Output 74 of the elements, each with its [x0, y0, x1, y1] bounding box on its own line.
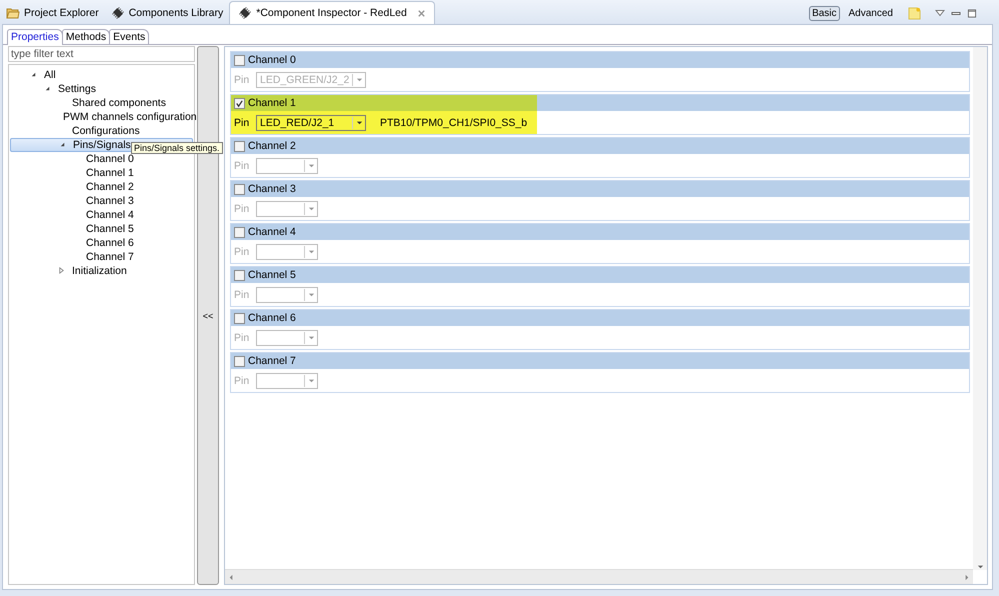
pin-dropdown[interactable] [256, 244, 318, 260]
pin-dropdown[interactable] [256, 372, 318, 388]
tree-item[interactable]: Channel 5 [10, 222, 193, 236]
filter-field[interactable]: type filter text [8, 46, 195, 62]
channel-label: Channel 5 [248, 269, 296, 281]
vertical-scrollbar[interactable] [973, 47, 987, 570]
channel-label: Channel 0 [248, 54, 296, 66]
pin-dropdown[interactable]: LED_RED/J2_1 [256, 114, 366, 130]
pin-dropdown[interactable] [256, 330, 318, 346]
checkbox[interactable] [234, 98, 245, 108]
right-arrow-icon[interactable] [963, 574, 970, 580]
tree-item[interactable]: Initialization [10, 264, 193, 278]
maximize-icon[interactable] [967, 8, 977, 18]
checkbox[interactable] [234, 356, 245, 366]
tooltip: Pins/Signals settings. [131, 142, 223, 154]
caret-icon [356, 119, 362, 126]
tree-item[interactable]: Channel 4 [10, 208, 193, 222]
horizontal-scrollbar[interactable] [225, 569, 973, 584]
caret-icon [308, 291, 314, 298]
pin-label: Pin [234, 74, 250, 86]
pin-label: Pin [234, 332, 250, 344]
collapse-button[interactable]: << [202, 310, 214, 320]
checkbox[interactable] [234, 184, 245, 194]
checkbox[interactable] [234, 140, 245, 152]
inspector-tab[interactable]: Events [109, 29, 150, 44]
caret-icon [308, 205, 314, 212]
channel-label: Channel 1 [248, 97, 296, 109]
pin-label: Pin [234, 116, 250, 128]
view-tab[interactable]: *Component Inspector - RedLed [229, 1, 435, 24]
mode-button[interactable]: Basic [809, 6, 840, 20]
tree-item[interactable]: Channel 6 [10, 236, 193, 250]
caret-icon [308, 334, 314, 341]
pin-dropdown[interactable] [256, 158, 318, 174]
expanded-icon[interactable] [59, 141, 66, 148]
checkbox[interactable] [234, 270, 245, 280]
channel-label: Channel 7 [248, 355, 296, 367]
pin-label: Pin [234, 374, 250, 386]
view-tab[interactable]: Project Explorer [0, 2, 105, 24]
tree-item[interactable]: Channel 2 [10, 180, 193, 194]
tree-item[interactable]: Channel 7 [10, 250, 193, 264]
down-arrow-icon[interactable] [976, 563, 984, 570]
channel-label: Channel 4 [248, 226, 296, 238]
tree-item[interactable]: Channel 3 [10, 194, 193, 208]
channel-label: Channel 3 [248, 183, 296, 195]
tree-item[interactable]: Configurations [10, 124, 193, 138]
tree-item[interactable]: Settings [10, 82, 193, 96]
view-tab[interactable]: Components Library [104, 2, 230, 24]
pin-dropdown[interactable] [256, 200, 318, 216]
view-menu-icon[interactable] [935, 8, 945, 18]
checkbox[interactable] [234, 312, 245, 324]
collapsed-icon[interactable] [58, 267, 65, 274]
checkbox[interactable] [234, 54, 245, 66]
tree-item[interactable]: Shared components [10, 96, 193, 110]
pin-label: Pin [234, 288, 250, 300]
pin-label: Pin [234, 246, 250, 258]
signal-label: PTB10/TPM0_CH1/SPI0_SS_b [380, 116, 528, 128]
channel-label: Channel 2 [248, 140, 296, 152]
pin-dropdown[interactable] [256, 286, 318, 302]
tree-item[interactable]: All [10, 68, 193, 82]
caret-icon [308, 162, 314, 169]
caret-icon [356, 76, 362, 83]
folder-icon [6, 6, 20, 20]
tree-item[interactable]: Channel 0 [10, 152, 193, 166]
tree-item[interactable]: Channel 1 [10, 166, 193, 180]
pin-label: Pin [234, 202, 250, 214]
mode-button[interactable]: Advanced [846, 6, 896, 20]
close-icon[interactable] [416, 8, 426, 18]
inspector-tab[interactable]: Properties [7, 29, 63, 45]
checkbox[interactable] [234, 226, 245, 238]
pin-label: Pin [234, 160, 250, 172]
channel-label: Channel 6 [248, 312, 296, 324]
caret-icon [308, 248, 314, 255]
caret-icon [308, 377, 314, 384]
left-arrow-icon[interactable] [228, 574, 235, 580]
